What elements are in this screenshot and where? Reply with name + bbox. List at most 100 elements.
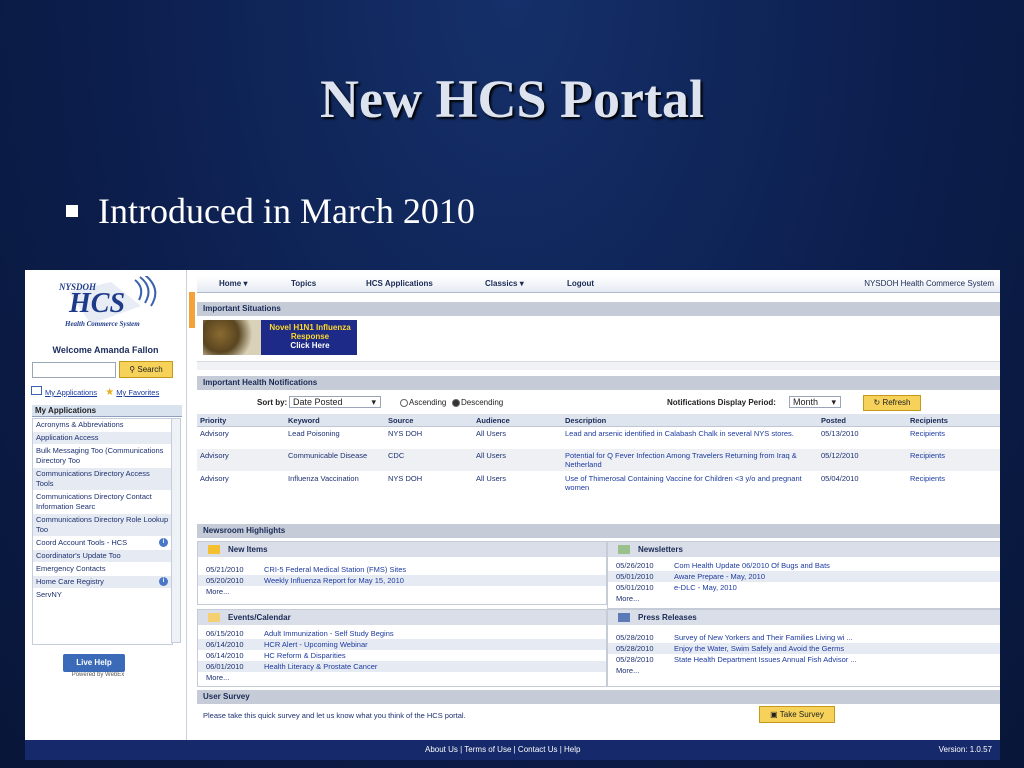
press-releases-panel: Press Releases 05/28/2010 Survey of New Y… (607, 609, 1000, 687)
footer-links[interactable]: About Us | Terms of Use | Contact Us | H… (425, 745, 580, 754)
app-item-comm-dir-role[interactable]: Communications Directory Role Lookup Too (33, 514, 172, 537)
my-applications-link[interactable]: My Applications (45, 388, 97, 397)
logo-subtitle: Health Commerce System (65, 320, 140, 328)
events-title: Events/Calendar (198, 610, 606, 625)
col-description[interactable]: Description (562, 414, 818, 427)
version-text: Version: 1.0.57 (938, 745, 992, 754)
info-icon[interactable]: i (159, 577, 168, 586)
list-item[interactable]: 06/14/2010 HCR Alert - Upcoming Webinar (198, 639, 606, 650)
list-item[interactable]: 05/21/2010 CRI-5 Federal Medical Station … (198, 564, 606, 575)
list-item[interactable]: 05/01/2010 Aware Prepare - May, 2010 (608, 571, 1000, 582)
important-situations-header: Important Situations (197, 302, 1000, 316)
nav-topics[interactable]: Topics (291, 279, 316, 288)
nav-logout[interactable]: Logout (567, 279, 594, 288)
applications-scrollbar[interactable] (171, 418, 181, 643)
hcs-logo: NYSDOH HCS Health Commerce System (51, 274, 171, 334)
app-item-application-access[interactable]: Application Access (33, 432, 172, 445)
col-priority[interactable]: Priority (197, 414, 285, 427)
search-input[interactable] (32, 362, 116, 378)
notification-link[interactable]: Potential for Q Fever Infection Among Tr… (562, 448, 818, 472)
search-button[interactable]: ⚲ Search (119, 361, 173, 378)
portal-footer: About Us | Terms of Use | Contact Us | H… (25, 740, 1000, 760)
monitor-icon (31, 386, 42, 395)
app-item-acronyms[interactable]: Acronyms & Abbreviations (33, 419, 172, 432)
list-item[interactable]: 06/01/2010 Health Literacy & Prostate Can… (198, 661, 606, 672)
nav-home[interactable]: Home ▾ (219, 279, 247, 288)
user-survey-header: User Survey (197, 690, 1000, 704)
app-item-servny[interactable]: ServNY (33, 589, 172, 602)
nav-classics[interactable]: Classics ▾ (485, 279, 524, 288)
more-link[interactable]: More... (608, 665, 1000, 676)
sort-by-select[interactable]: Date Posted ▾ (289, 396, 381, 408)
descending-radio[interactable]: Descending (452, 398, 503, 407)
bullet-point: Introduced in March 2010 (66, 190, 475, 232)
live-help-powered-by: Powered by WebEx (71, 672, 125, 678)
new-items-panel: New Items 05/21/2010 CRI-5 Federal Medica… (197, 541, 607, 605)
more-link[interactable]: More... (608, 593, 1000, 604)
calendar-icon (208, 613, 220, 622)
recipients-link[interactable]: Recipients (907, 471, 1000, 495)
newsletters-panel: Newsletters 05/26/2010 Com Health Update … (607, 541, 1000, 609)
list-item[interactable]: 06/14/2010 HC Reform & Disparities (198, 650, 606, 661)
events-panel: Events/Calendar 06/15/2010 Adult Immuniza… (197, 609, 607, 687)
system-name: NYSDOH Health Commerce System (864, 279, 994, 288)
nav-hcs-applications[interactable]: HCS Applications (366, 279, 433, 288)
list-item[interactable]: 06/15/2010 Adult Immunization - Self Stud… (198, 628, 606, 639)
star-icon: ★ (105, 387, 115, 398)
health-notifications-header: Important Health Notifications (197, 376, 1000, 390)
list-item[interactable]: 05/26/2010 Com Health Update 06/2010 Of B… (608, 560, 1000, 571)
app-item-emergency-contacts[interactable]: Emergency Contacts (33, 563, 172, 576)
app-item-coord-account[interactable]: Coord Account Tools - HCS i (33, 537, 172, 550)
newsletters-title: Newsletters (608, 542, 1000, 557)
quick-links: My Applications ★ My Favorites (31, 386, 165, 398)
main-content: Home ▾ Topics HCS Applications Classics … (197, 270, 1000, 740)
col-recipients[interactable]: Recipients (907, 414, 1000, 427)
my-applications-header: My Applications (32, 405, 182, 417)
h1n1-banner[interactable]: Novel H1N1 Influenza Response Click Here (203, 320, 357, 355)
slide-title: New HCS Portal (320, 69, 704, 129)
app-item-comm-dir-access[interactable]: Communications Directory Access Tools (33, 468, 172, 491)
my-favorites-link[interactable]: My Favorites (116, 388, 159, 397)
col-posted[interactable]: Posted (818, 414, 907, 427)
col-source[interactable]: Source (385, 414, 473, 427)
app-item-comm-dir-contact[interactable]: Communications Directory Contact Informa… (33, 491, 172, 514)
live-help-button[interactable]: Live Help (63, 654, 125, 672)
table-row: Advisory Influenza Vaccination NYS DOH All … (197, 471, 1000, 495)
app-item-coordinator-update[interactable]: Coordinator's Update Too (33, 550, 172, 563)
notification-link[interactable]: Lead and arsenic identified in Calabash … (562, 426, 818, 449)
list-item[interactable]: 05/01/2010 e-DLC - May, 2010 (608, 582, 1000, 593)
refresh-button[interactable]: ↻ Refresh (863, 395, 921, 411)
chevron-down-icon: ▾ (831, 397, 836, 407)
col-audience[interactable]: Audience (473, 414, 562, 427)
recipients-link[interactable]: Recipients (907, 448, 1000, 472)
col-keyword[interactable]: Keyword (285, 414, 385, 427)
collapse-sidebar-tab[interactable] (189, 292, 195, 328)
list-item[interactable]: 05/28/2010 Enjoy the Water, Swim Safely a… (608, 643, 1000, 654)
list-item[interactable]: 05/28/2010 Survey of New Yorkers and Thei… (608, 632, 1000, 643)
notification-controls: Sort by: Date Posted ▾ Ascending Descendi… (197, 394, 1000, 412)
more-link[interactable]: More... (198, 672, 606, 683)
newsroom-header: Newsroom Highlights (197, 524, 1000, 538)
portal-screenshot: NYSDOH HCS Health Commerce System Welcom… (25, 270, 1000, 760)
notification-link[interactable]: Use of Thimerosal Containing Vaccine for… (562, 471, 818, 495)
app-item-home-care-registry[interactable]: Home Care Registry i (33, 576, 172, 589)
banner-line-1: Novel H1N1 Influenza (269, 323, 351, 332)
press-releases-title: Press Releases (608, 610, 1000, 625)
period-select[interactable]: Month ▾ (789, 396, 841, 408)
take-survey-button[interactable]: ▣ Take Survey (759, 706, 835, 723)
new-items-title: New Items (198, 542, 606, 557)
list-item[interactable]: 05/20/2010 Weekly Influenza Report for Ma… (198, 575, 606, 586)
period-label: Notifications Display Period: (667, 398, 776, 407)
recipients-link[interactable]: Recipients (907, 426, 1000, 449)
horizontal-scrollbar[interactable] (197, 361, 1000, 370)
info-icon[interactable]: i (159, 538, 168, 547)
list-item[interactable]: 05/28/2010 State Health Department Issues… (608, 654, 1000, 665)
bullet-square-icon (66, 204, 78, 217)
left-sidebar: NYSDOH HCS Health Commerce System Welcom… (25, 270, 187, 740)
sort-by-label: Sort by: (257, 398, 288, 407)
app-item-bulk-messaging[interactable]: Bulk Messaging Too (Communications Direc… (33, 445, 172, 468)
ascending-radio[interactable]: Ascending (400, 398, 446, 407)
document-icon (618, 613, 630, 622)
new-items-icon (208, 545, 220, 554)
more-link[interactable]: More... (198, 586, 606, 597)
